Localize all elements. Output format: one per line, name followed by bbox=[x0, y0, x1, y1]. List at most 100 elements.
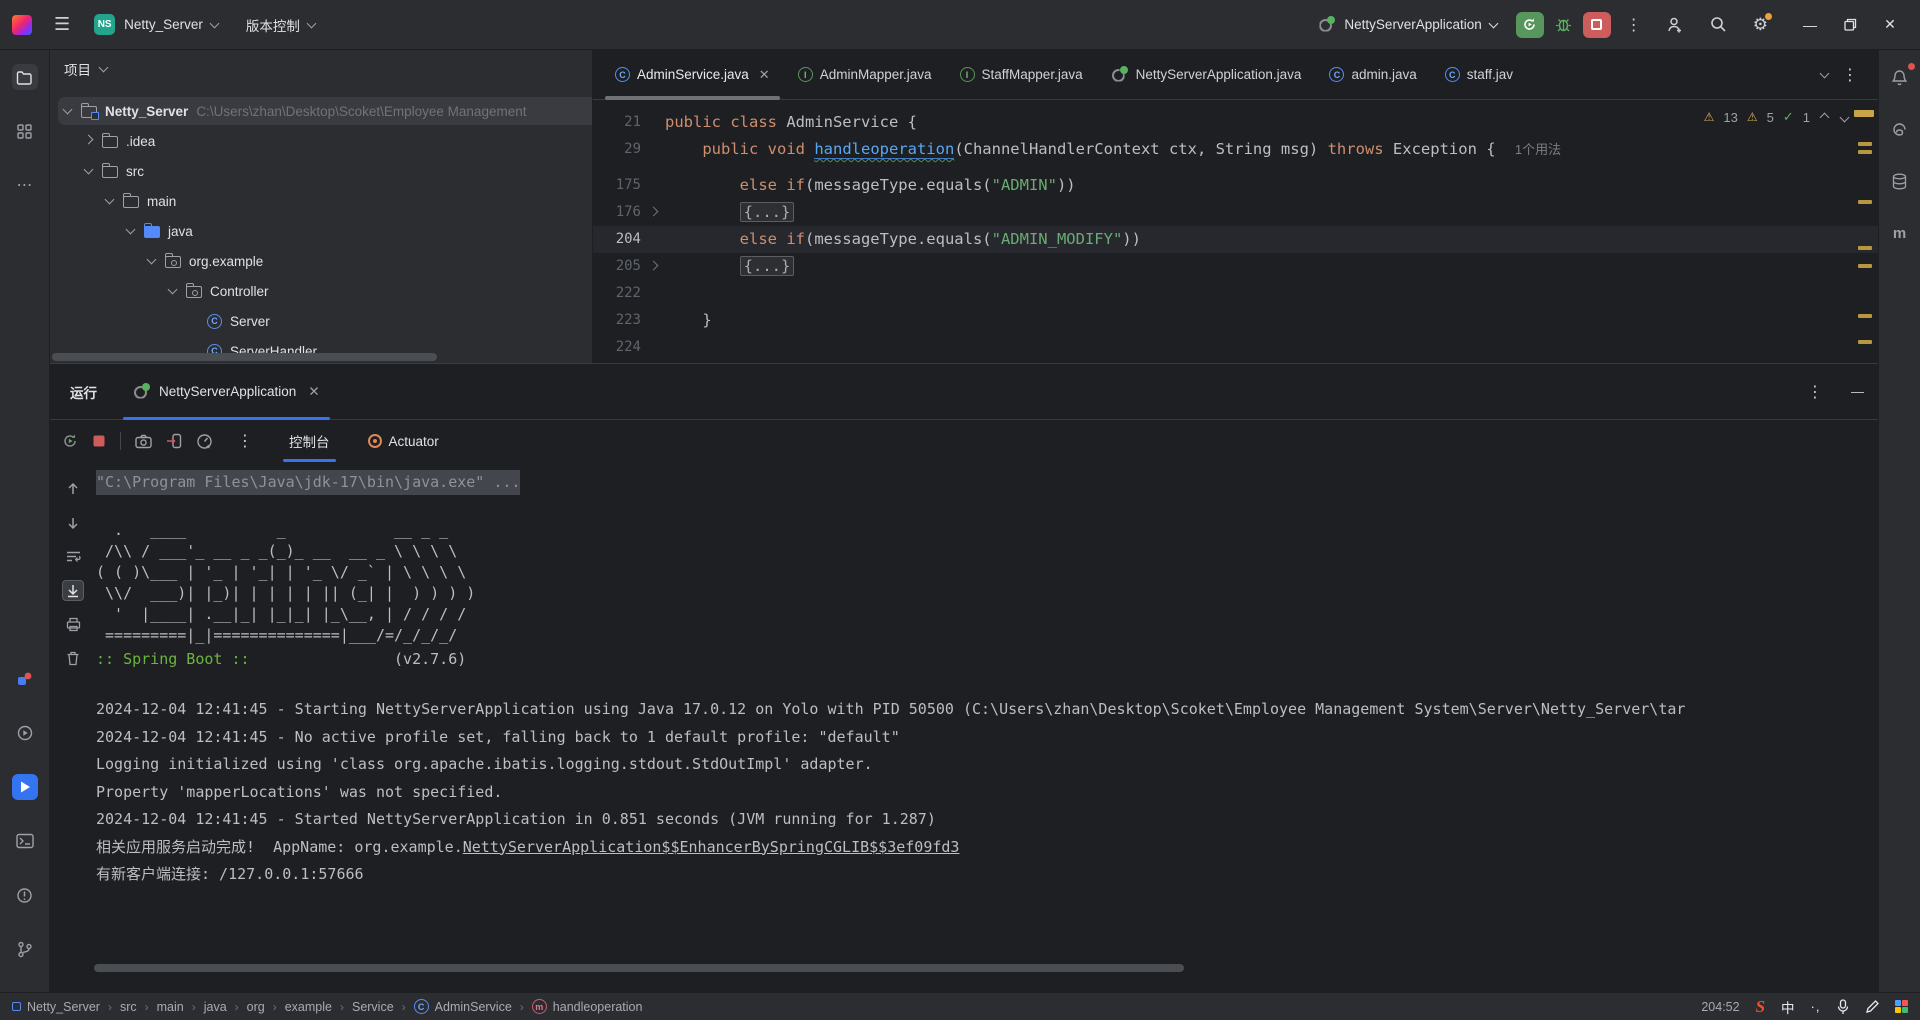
breadcrumb-item[interactable]: m handleoperation bbox=[531, 999, 642, 1014]
project-toolwindow-button[interactable] bbox=[11, 64, 38, 90]
line-number[interactable]: 224 bbox=[593, 334, 641, 361]
inspections-widget[interactable]: ⚠ 13 ⚠ 5 ✓ 1 bbox=[1697, 107, 1856, 127]
scroll-to-top-button[interactable] bbox=[62, 478, 84, 499]
window-close-button[interactable]: ✕ bbox=[1870, 7, 1910, 43]
breadcrumb-item[interactable]: main bbox=[157, 1000, 184, 1014]
editor-tab[interactable]: C AdminService.java ✕ bbox=[601, 50, 784, 100]
close-icon[interactable]: ✕ bbox=[308, 384, 319, 400]
line-number[interactable]: 176 bbox=[593, 199, 641, 226]
code-line[interactable]: 224 bbox=[593, 334, 1878, 361]
tree-item[interactable]: src bbox=[50, 156, 592, 186]
attach-debugger-button[interactable] bbox=[166, 433, 182, 449]
console-tab[interactable]: 控制台 bbox=[277, 420, 342, 462]
code-line[interactable]: 29 public void handleoperation(ChannelHa… bbox=[593, 136, 1878, 163]
run-panel-minimize-icon[interactable]: — bbox=[1851, 384, 1864, 399]
line-number[interactable]: 223 bbox=[593, 307, 641, 334]
console-link[interactable]: NettyServerApplication$$EnhancerBySpring… bbox=[463, 838, 960, 856]
fold-gutter[interactable] bbox=[641, 199, 665, 226]
next-problem-icon[interactable] bbox=[1839, 112, 1850, 122]
rerun-button[interactable] bbox=[1515, 11, 1544, 38]
project-panel-header[interactable]: 项目 bbox=[50, 50, 592, 88]
code-line[interactable]: 204 else if(messageType.equals("ADMIN_MO… bbox=[593, 226, 1878, 253]
editor-tab[interactable]: NettyServerApplication.java bbox=[1097, 50, 1316, 99]
database-button[interactable] bbox=[1887, 168, 1913, 194]
editor-tab[interactable]: I StaffMapper.java bbox=[946, 50, 1097, 99]
tabs-dropdown-icon[interactable] bbox=[1819, 68, 1830, 78]
structure-toolwindow-button[interactable] bbox=[12, 118, 38, 144]
window-restore-button[interactable] bbox=[1830, 7, 1870, 43]
code-line[interactable]: 21 public class AdminService { bbox=[593, 109, 1878, 136]
debug-button[interactable] bbox=[1549, 16, 1578, 33]
fold-gutter[interactable] bbox=[641, 253, 665, 280]
maven-button[interactable]: m bbox=[1887, 220, 1913, 246]
close-icon[interactable]: ✕ bbox=[759, 67, 770, 83]
cursor-position[interactable]: 204:52 bbox=[1701, 1000, 1739, 1014]
fold-chevron-icon[interactable] bbox=[648, 206, 658, 216]
sogou-ime-icon[interactable]: S bbox=[1756, 997, 1765, 1017]
ime-punctuation-toggle[interactable]: ·, bbox=[1811, 999, 1821, 1014]
chevron-right-icon[interactable] bbox=[83, 134, 94, 145]
code-line[interactable]: 223 } bbox=[593, 307, 1878, 334]
code-line[interactable]: 176 {...} bbox=[593, 199, 1878, 226]
code-line[interactable]: 205 {...} bbox=[593, 253, 1878, 280]
chevron-down-icon[interactable] bbox=[167, 284, 178, 295]
breadcrumb-item[interactable]: example bbox=[285, 1000, 332, 1014]
console-horizontal-scrollbar[interactable] bbox=[94, 964, 1184, 972]
soft-wrap-button[interactable] bbox=[62, 546, 84, 567]
notifications-button[interactable] bbox=[1887, 63, 1915, 90]
tree-item[interactable]: main bbox=[50, 186, 592, 216]
tree-item[interactable]: org.example bbox=[50, 246, 592, 276]
problems-toolwindow-button[interactable] bbox=[12, 882, 38, 908]
thread-dump-button[interactable] bbox=[135, 434, 152, 449]
code-line[interactable]: 175 else if(messageType.equals("ADMIN")) bbox=[593, 172, 1878, 199]
line-number[interactable]: 21 bbox=[593, 109, 641, 136]
tree-item[interactable]: C Server bbox=[50, 306, 592, 336]
line-number[interactable]: 204 bbox=[593, 226, 641, 253]
fold-chevron-icon[interactable] bbox=[648, 260, 658, 270]
stop-button[interactable] bbox=[1582, 11, 1611, 38]
print-button[interactable] bbox=[62, 614, 84, 635]
rerun-console-button[interactable] bbox=[62, 433, 78, 449]
run-panel-options-icon[interactable]: ⋮ bbox=[1797, 382, 1833, 402]
line-number[interactable]: 205 bbox=[593, 253, 641, 280]
chevron-down-icon[interactable] bbox=[83, 164, 94, 175]
scroll-to-bottom-button[interactable] bbox=[62, 512, 84, 533]
run-toolwindow-button[interactable] bbox=[11, 774, 38, 800]
clear-console-button[interactable] bbox=[62, 648, 84, 669]
ime-pen-button[interactable] bbox=[1865, 999, 1879, 1014]
ime-toolbox-icon[interactable] bbox=[1894, 999, 1908, 1014]
chevron-down-icon[interactable] bbox=[104, 194, 115, 205]
tabs-more-icon[interactable]: ⋮ bbox=[1832, 65, 1868, 85]
breadcrumb-item[interactable]: org bbox=[247, 1000, 265, 1014]
project-badge-icon[interactable]: NS bbox=[94, 14, 116, 35]
settings-button[interactable]: ⚙ bbox=[1753, 12, 1772, 35]
breadcrumb-item[interactable]: java bbox=[204, 1000, 227, 1014]
editor-body[interactable]: 21 public class AdminService {29 public v… bbox=[593, 100, 1878, 363]
line-number[interactable]: 175 bbox=[593, 172, 641, 199]
main-menu-icon[interactable]: ☰ bbox=[54, 14, 70, 35]
run-configuration-selector[interactable]: NettyServerApplication bbox=[1318, 15, 1499, 34]
chevron-down-icon[interactable] bbox=[125, 224, 136, 235]
breadcrumb-item[interactable]: Netty_Server bbox=[12, 1000, 100, 1014]
editor-tab[interactable]: Cadmin.java bbox=[1315, 50, 1430, 99]
console-output[interactable]: "C:\Program Files\Java\jdk-17\bin\java.e… bbox=[96, 462, 1878, 992]
breadcrumb-item[interactable]: Service bbox=[352, 1000, 394, 1014]
breadcrumb-item[interactable]: src bbox=[120, 1000, 137, 1014]
gauge-button[interactable] bbox=[196, 433, 213, 450]
tree-item[interactable]: Controller bbox=[50, 276, 592, 306]
services-toolwindow-button[interactable] bbox=[12, 720, 38, 746]
project-switcher[interactable]: Netty_Server bbox=[124, 17, 220, 32]
chevron-down-icon[interactable] bbox=[146, 254, 157, 265]
ai-assistant-button[interactable] bbox=[1887, 116, 1913, 142]
terminal-toolwindow-button[interactable] bbox=[12, 828, 38, 854]
run-tab[interactable]: NettyServerApplication ✕ bbox=[123, 364, 330, 420]
tree-item[interactable]: java bbox=[50, 216, 592, 246]
actuator-tab[interactable]: Actuator bbox=[356, 420, 451, 462]
code-line[interactable]: 222 bbox=[593, 280, 1878, 307]
ime-mic-button[interactable] bbox=[1837, 998, 1849, 1015]
line-number[interactable]: 222 bbox=[593, 280, 641, 307]
project-horizontal-scrollbar[interactable] bbox=[52, 353, 437, 361]
search-everywhere-button[interactable] bbox=[1710, 16, 1727, 33]
stop-console-button[interactable] bbox=[92, 434, 106, 448]
window-minimize-button[interactable]: — bbox=[1790, 7, 1830, 43]
